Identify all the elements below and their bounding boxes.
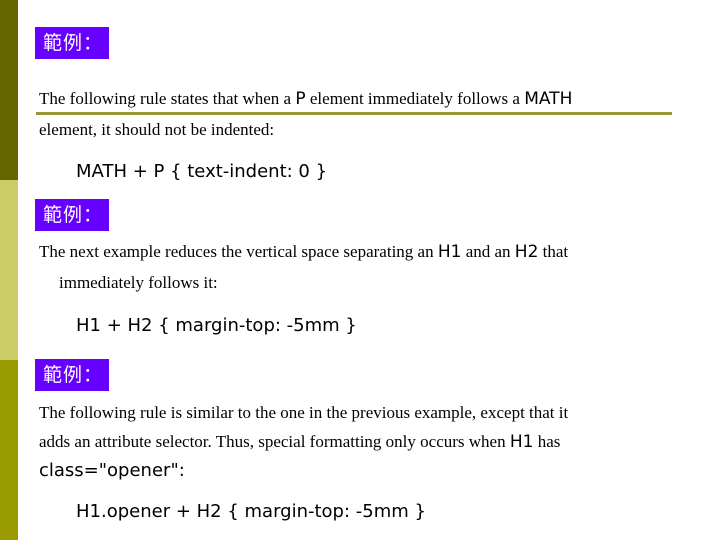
- text: The following rule is similar to the one…: [39, 403, 569, 422]
- element-name: H1: [437, 242, 462, 262]
- example-badge: 範例：: [35, 359, 109, 391]
- element-name: P: [295, 89, 306, 109]
- example-2-description-line-1: The next example reduces the vertical sp…: [39, 237, 568, 267]
- sidebar-band-top: [0, 0, 18, 180]
- example-badge: 範例：: [35, 199, 109, 231]
- text: immediately follows it:: [59, 273, 218, 292]
- element-name: MATH: [524, 89, 573, 109]
- example-badge: 範例：: [35, 27, 109, 59]
- example-1-code: MATH + P { text-indent: 0 }: [76, 161, 328, 182]
- sidebar-decoration: [0, 0, 18, 540]
- text: adds an attribute selector. Thus, specia…: [39, 432, 510, 451]
- example-3-code: H1.opener + H2 { margin-top: -5mm }: [76, 501, 426, 522]
- attribute-selector: class="opener":: [39, 460, 185, 481]
- text: has: [533, 432, 561, 451]
- text: The following rule states that when a: [39, 89, 296, 108]
- example-1-description-line-1: The following rule states that when a P …: [39, 84, 572, 114]
- example-1-description-line-2: element, it should not be indented:: [39, 115, 274, 145]
- example-2-code: H1 + H2 { margin-top: -5mm }: [76, 315, 357, 336]
- element-name: H1: [509, 432, 534, 452]
- sidebar-band-middle: [0, 180, 18, 360]
- sidebar-band-bottom: [0, 360, 18, 540]
- text: and an: [461, 242, 515, 261]
- text: element immediately follows a: [305, 89, 525, 108]
- example-3-description-line-3: class="opener":: [39, 456, 185, 486]
- text: The next example reduces the vertical sp…: [39, 242, 438, 261]
- element-name: H2: [514, 242, 539, 262]
- example-3-description-line-1: The following rule is similar to the one…: [39, 398, 568, 428]
- example-3-description-line-2: adds an attribute selector. Thus, specia…: [39, 427, 560, 457]
- text: element, it should not be indented:: [39, 120, 275, 139]
- example-2-description-line-2: immediately follows it:: [39, 268, 218, 298]
- text: that: [538, 242, 569, 261]
